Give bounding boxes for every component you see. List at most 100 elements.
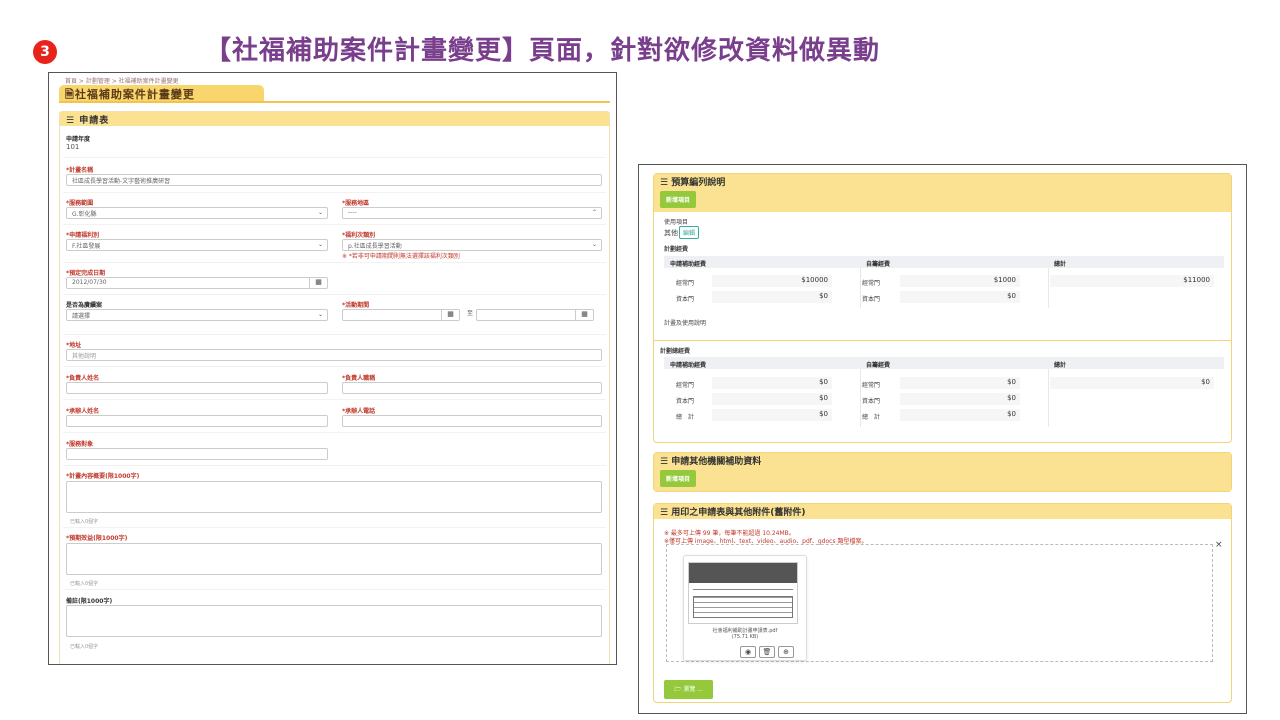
list-icon: ☰ [66, 116, 80, 126]
col-apply-header: 申請補助經費 [664, 256, 860, 268]
service-scope-value: G.彰化縣 [72, 211, 97, 218]
welfare-subtype-value: p.社區成長學習活動 [348, 243, 402, 250]
self-regular-value: $1000 [900, 275, 1020, 287]
list-icon: ☰ [660, 508, 672, 518]
handler-name-label: *承辦人姓名 [66, 408, 100, 415]
t-apply-regular-value: $0 [712, 377, 832, 389]
row-regular-label: 經常門 [676, 382, 695, 389]
row-regular-label: 經常門 [862, 382, 881, 389]
view-icon[interactable]: ◉ [740, 646, 756, 658]
usage-label: 使用項目 [664, 219, 689, 226]
service-area-select[interactable]: ---- ⌃ [342, 207, 602, 219]
activity-end-input[interactable]: ▦ [476, 309, 594, 321]
attachments-header: ☰ 用印之申請表與其他附件(舊附件) [654, 504, 1231, 519]
plan-name-input[interactable]: 社區成長學習活動-文字藝術推廣研習 [66, 174, 602, 186]
service-scope-label: *服務範圍 [66, 200, 94, 207]
col-total-header: 總計 [1048, 256, 1224, 268]
divider [654, 340, 1231, 341]
row-capital-label: 資本門 [862, 296, 881, 303]
welfare-subtype-select[interactable]: p.社區成長學習活動 ⌄ [342, 239, 602, 251]
divider [63, 224, 606, 225]
budget-add-button[interactable]: 新增項目 [660, 191, 697, 208]
handler-phone-label: *承辦人電話 [342, 408, 376, 415]
close-icon[interactable]: × [1215, 540, 1223, 550]
file-drop-zone[interactable]: 社會福利補助計畫申請表.pdf (75.71 KB) ◉ 🗑 ⊕ [666, 544, 1213, 662]
budget-header: ☰ 預算編列說明 新增項目 [654, 174, 1231, 212]
row-regular-label: 經常門 [862, 280, 881, 287]
row-capital-label: 資本門 [862, 398, 881, 405]
row-sum-label: 總 計 [862, 414, 881, 421]
divider [63, 465, 606, 466]
service-scope-select[interactable]: G.彰化縣 ⌄ [66, 207, 328, 219]
service-area-label: *服務地區 [342, 200, 370, 207]
t-self-regular-value: $0 [900, 377, 1020, 389]
t-self-capital-value: $0 [900, 393, 1020, 405]
chevron-down-icon: ⌄ [317, 241, 323, 248]
slide-title: 【社福補助案件計畫變更】頁面，針對欲修改資料做異動 [205, 36, 881, 66]
page-title: 社福補助案件計畫變更 [74, 88, 195, 101]
col-self-header: 自籌經費 [860, 256, 1048, 268]
total-value: $11000 [1050, 275, 1214, 287]
welfare-subtype-note: ※ *若非可申請期間則無法選擇該福利次類別 [342, 253, 460, 260]
edit-button[interactable]: 編輯 [679, 226, 700, 239]
remarks-textarea[interactable] [66, 605, 602, 637]
benefit-textarea[interactable] [66, 543, 602, 575]
total-funds-label: 計劃總經費 [660, 348, 691, 355]
divider [860, 268, 861, 308]
divider [1048, 268, 1049, 308]
row-capital-label: 資本門 [676, 296, 695, 303]
divider [63, 432, 606, 433]
plan-funds-label: 計劃經費 [664, 246, 689, 253]
summary-textarea[interactable] [66, 481, 602, 513]
summary-count: 已輸入0個字 [70, 519, 99, 525]
col-self-header: 自籌經費 [860, 357, 1048, 369]
file-name: 社會福利補助計畫申請表.pdf [712, 628, 778, 634]
pdf-page-header [689, 563, 797, 583]
handler-phone-input[interactable] [342, 415, 602, 427]
service-target-label: *服務對象 [66, 441, 94, 448]
remarks-count: 已輸入0個字 [70, 644, 99, 650]
file-size: (75.71 KB) [731, 634, 759, 640]
activity-start-input[interactable]: ▦ [342, 309, 460, 321]
list-icon: ☰ [660, 457, 672, 467]
row-regular-label: 經常門 [676, 280, 695, 287]
t-apply-sum-value: $0 [712, 409, 832, 421]
document-icon: 🗎 [65, 88, 75, 101]
row-sum-label: 總 計 [676, 414, 695, 421]
browse-label: 瀏覽 ... [683, 686, 703, 693]
chevron-down-icon: ⌄ [317, 209, 323, 216]
divider [63, 157, 606, 158]
t-self-sum-value: $0 [900, 409, 1020, 421]
folder-icon: 🗁 [674, 686, 684, 693]
attachments-section: ☰ 用印之申請表與其他附件(舊附件) ※ 最多可上傳 99 筆，每筆不能超過 1… [653, 503, 1232, 703]
apply-form-section: ☰ 申請表 申請年度 101 *計畫名稱 社區成長學習活動-文字藝術推廣研習 *… [59, 111, 610, 664]
person-name-label: *負責人姓名 [66, 375, 100, 382]
calendar-icon[interactable]: ▦ [575, 310, 593, 320]
zoom-icon[interactable]: ⊕ [778, 646, 794, 658]
calendar-icon[interactable]: ▦ [309, 278, 327, 288]
trash-icon[interactable]: 🗑 [759, 646, 775, 658]
usage-value: 其他 [664, 229, 678, 237]
handler-name-input[interactable] [66, 415, 328, 427]
row-capital-label: 資本門 [676, 398, 695, 405]
breadcrumb: 首頁 > 計劃管理 > 社福補助案件計畫變更 [65, 78, 179, 85]
due-date-input[interactable]: 2012/07/30 ▦ [66, 277, 328, 289]
other-agency-add-button[interactable]: 新增項目 [660, 470, 697, 487]
benefit-count: 已輸入0個字 [70, 581, 99, 587]
welfare-type-select[interactable]: F.社區發展 ⌄ [66, 239, 328, 251]
person-title-input[interactable] [342, 382, 602, 394]
budget-section: ☰ 預算編列說明 新增項目 使用項目 其他 編輯 計劃經費 申請補助經費 自籌經… [653, 173, 1232, 443]
person-name-input[interactable] [66, 382, 328, 394]
address-input[interactable]: 其他說明 [66, 349, 602, 361]
continuation-select[interactable]: 請選擇 ⌄ [66, 309, 328, 321]
divider [63, 366, 606, 367]
browse-button[interactable]: 🗁 瀏覽 ... [664, 680, 713, 699]
calendar-icon[interactable]: ▦ [441, 310, 459, 320]
address-label: *地址 [66, 342, 82, 349]
budget-title: 預算編列說明 [671, 178, 726, 188]
benefit-label: *預期效益(限1000字) [66, 535, 128, 542]
col-apply-header: 申請補助經費 [664, 357, 860, 369]
self-capital-value: $0 [900, 291, 1020, 303]
service-target-input[interactable] [66, 448, 328, 460]
plan-name-label: *計畫名稱 [66, 167, 94, 174]
